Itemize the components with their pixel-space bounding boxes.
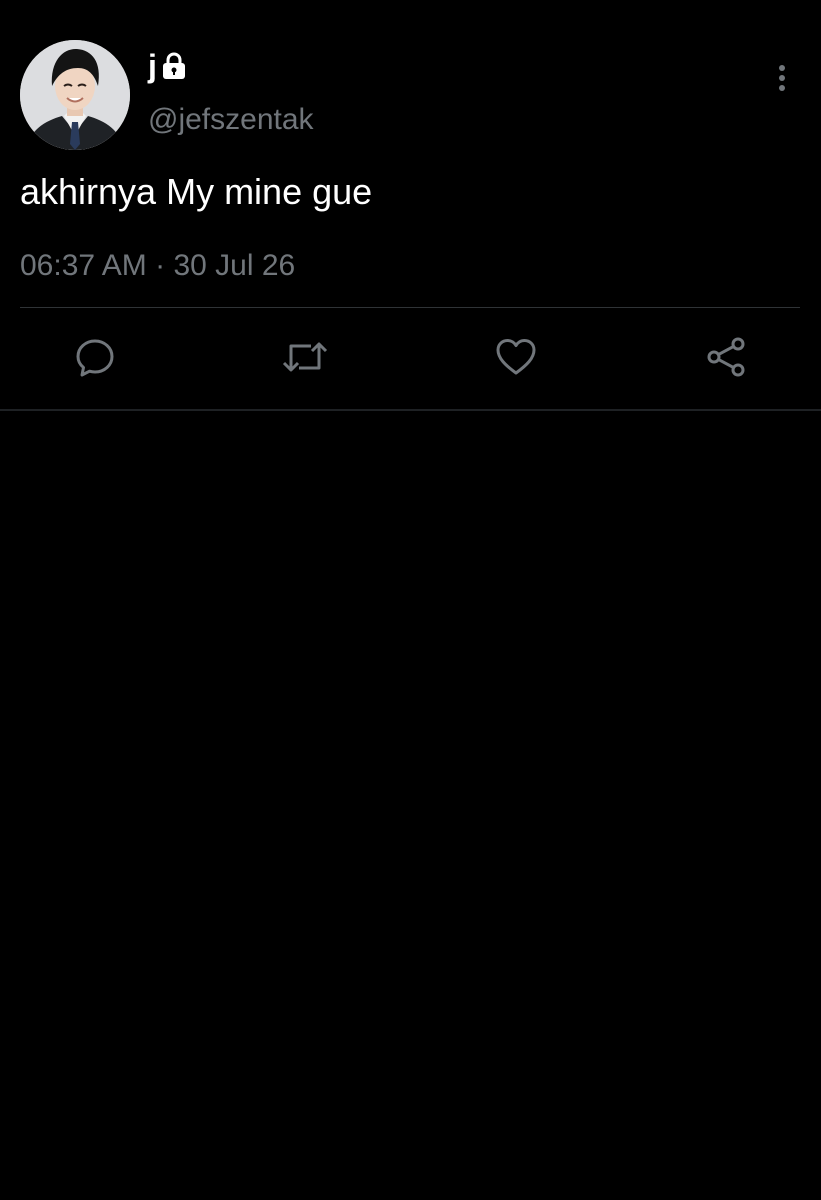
- like-button[interactable]: [487, 330, 545, 388]
- tweet-time: 06:37 AM: [20, 249, 147, 282]
- avatar[interactable]: [20, 40, 130, 150]
- lock-icon: [161, 52, 187, 80]
- tweet-text: akhirnya My mine gue: [20, 171, 373, 212]
- user-handle[interactable]: @jefszentak: [148, 102, 314, 138]
- reply-button[interactable]: [66, 330, 124, 388]
- tweet-date: 30 Jul 26: [173, 249, 296, 282]
- divider: [0, 409, 821, 411]
- display-name-row: j: [148, 46, 314, 86]
- author-names: j @jefszentak: [148, 46, 314, 138]
- display-name[interactable]: j: [148, 46, 157, 86]
- more-vertical-icon[interactable]: [764, 60, 800, 96]
- heart-icon: [495, 337, 537, 382]
- meta-separator: ·: [155, 249, 166, 282]
- reply-icon: [74, 336, 116, 383]
- share-icon: [705, 336, 747, 383]
- tweet-actions: [0, 330, 821, 388]
- tweet-timestamp[interactable]: 06:37 AM · 30 Jul 26: [20, 248, 295, 284]
- avatar-image: [20, 40, 130, 150]
- share-button[interactable]: [697, 330, 755, 388]
- tweet-header: j @jefszentak: [20, 40, 800, 150]
- retweet-icon: [281, 336, 329, 383]
- divider: [20, 307, 800, 308]
- retweet-button[interactable]: [276, 330, 334, 388]
